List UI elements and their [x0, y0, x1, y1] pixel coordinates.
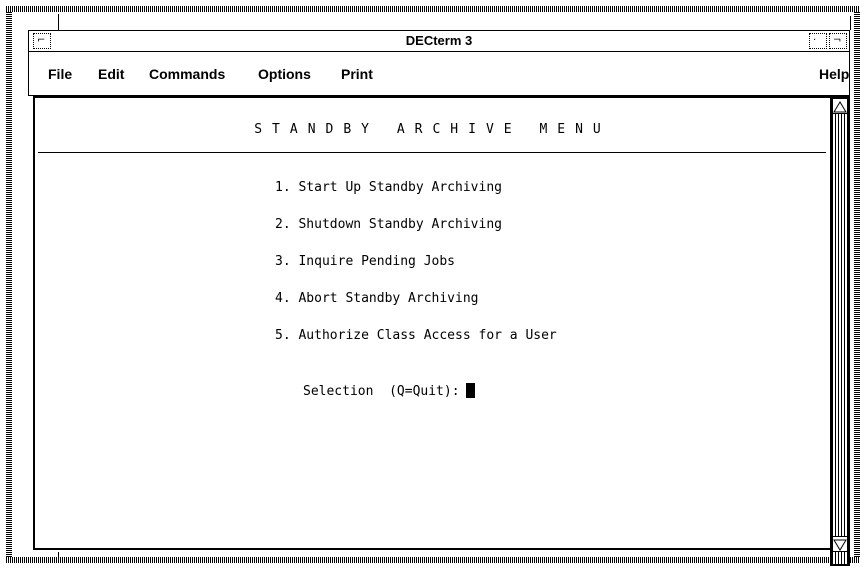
menu-option-2: 2. Shutdown Standby Archiving — [275, 217, 502, 232]
minimize-icon[interactable]: · — [809, 33, 827, 49]
frame-tick — [850, 16, 851, 30]
menu-commands[interactable]: Commands — [149, 66, 225, 82]
window-title: DECterm 3 — [405, 33, 473, 48]
menu-bar: File Edit Commands Options Print Help — [28, 52, 850, 96]
scroll-up-arrow-icon[interactable] — [832, 98, 848, 114]
text-cursor — [465, 383, 475, 398]
menu-edit[interactable]: Edit — [98, 66, 124, 82]
selection-prompt[interactable]: Selection (Q=Quit): — [303, 383, 475, 399]
scroll-down-arrow-icon[interactable] — [832, 536, 848, 552]
vertical-scrollbar[interactable] — [830, 96, 850, 566]
title-bar[interactable]: ⌐ DECterm 3 · ¬ — [28, 30, 850, 52]
menu-file[interactable]: File — [48, 66, 72, 82]
frame-tick — [58, 552, 59, 563]
menu-help[interactable]: Help — [819, 66, 849, 82]
selection-prompt-label: Selection (Q=Quit): — [303, 384, 460, 399]
menu-print[interactable]: Print — [341, 66, 373, 82]
frame-tick — [58, 14, 59, 30]
title-divider — [38, 152, 826, 153]
terminal-screen[interactable]: STANDBY ARCHIVE MENU 1. Start Up Standby… — [33, 96, 830, 550]
menu-option-1: 1. Start Up Standby Archiving — [275, 180, 502, 195]
menu-option-4: 4. Abort Standby Archiving — [275, 291, 479, 306]
maximize-icon[interactable]: ¬ — [829, 33, 847, 49]
menu-option-3: 3. Inquire Pending Jobs — [275, 254, 456, 269]
menu-option-5: 5. Authorize Class Access for a User — [275, 328, 557, 343]
menu-options[interactable]: Options — [258, 66, 311, 82]
menu-title: STANDBY ARCHIVE MENU — [254, 122, 611, 137]
